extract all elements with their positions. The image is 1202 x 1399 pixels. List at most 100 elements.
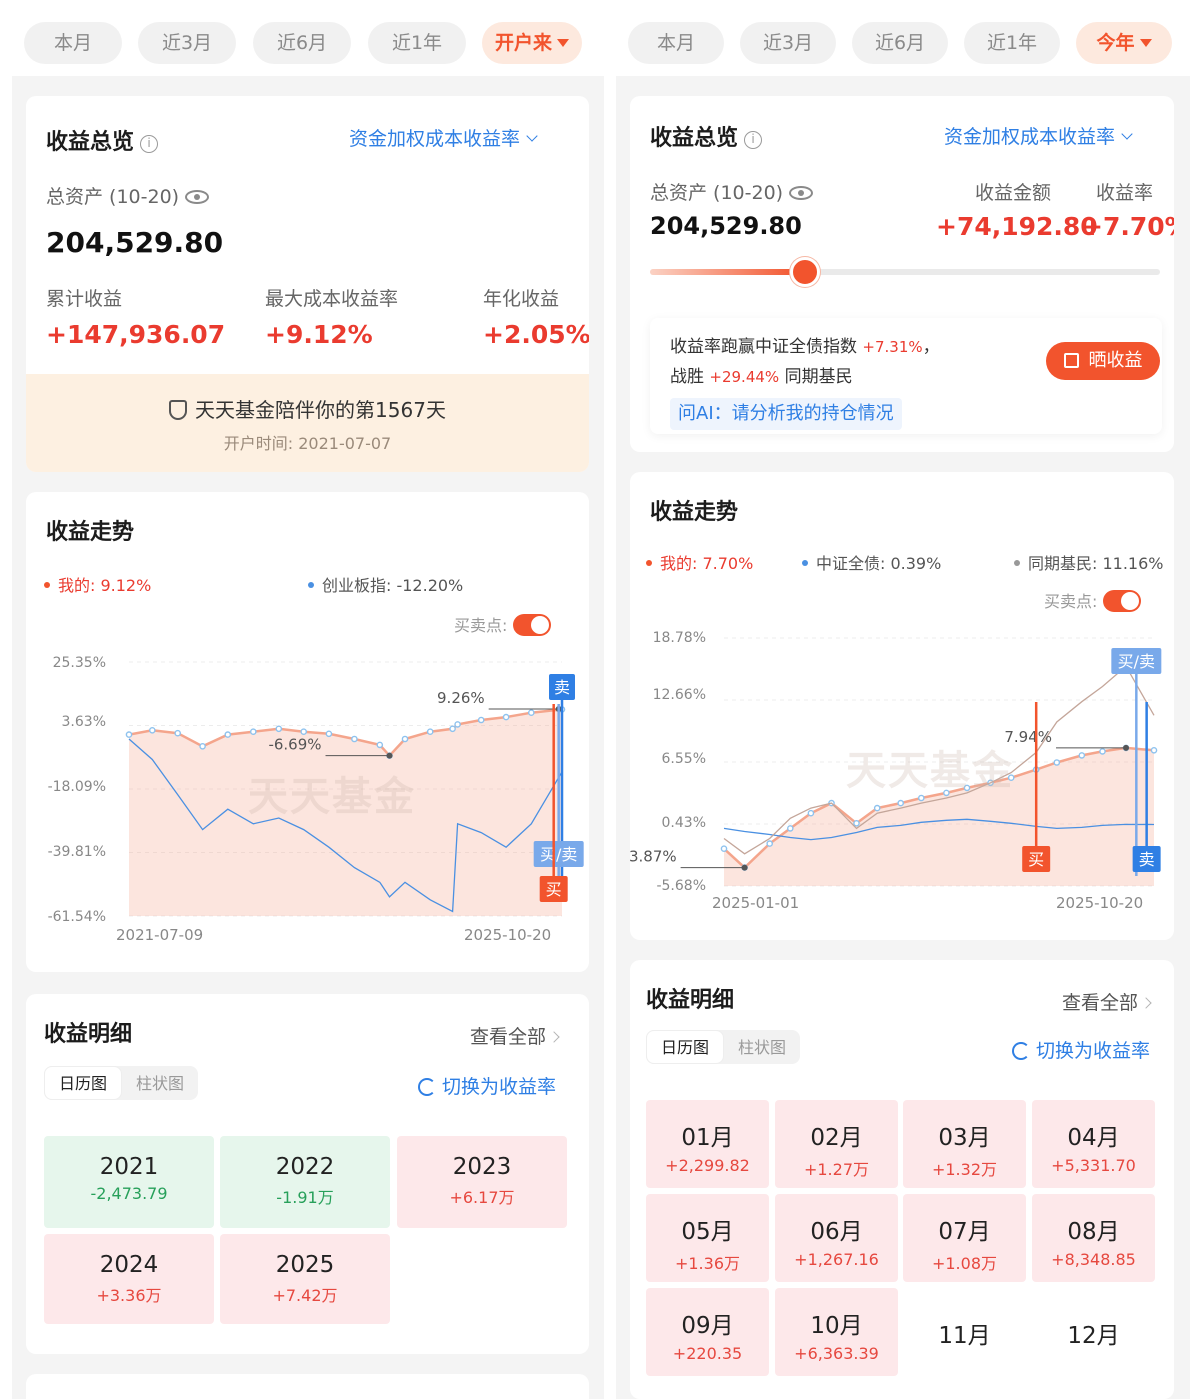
annotation-dot xyxy=(1123,744,1130,751)
tab-6-months[interactable]: 近6月 xyxy=(253,22,351,64)
year-value: -1.91万 xyxy=(276,1188,334,1207)
seg-calendar[interactable]: 日历图 xyxy=(44,1066,123,1100)
data-point xyxy=(917,794,925,802)
companion-days: 天天基金陪伴你的第1567天 xyxy=(26,394,589,423)
beat-line-peers-suffix: 同期基民 xyxy=(784,367,853,387)
month-cell[interactable]: 07月 +1.08万 xyxy=(903,1194,1026,1282)
year-cell-2022[interactable]: 2022 -1.91万 xyxy=(220,1136,390,1228)
open-date: 开户时间: 2021-07-07 xyxy=(223,434,392,453)
month-cell[interactable]: 12月 xyxy=(1032,1288,1155,1376)
beat-line-peers-prefix: 战胜 xyxy=(670,367,704,387)
tab-this-year[interactable]: 今年 xyxy=(1076,22,1172,64)
switch-to-rate-text: 切换为收益率 xyxy=(442,1076,557,1098)
annotation-label: 9.26% xyxy=(437,689,485,707)
seg-bar[interactable]: 柱状图 xyxy=(724,1031,800,1065)
right-panel: 本月 近3月 近6月 近1年 今年 收益总览 i 资金加权成本收益率 总资产 (1… xyxy=(616,0,1190,1399)
overview-title: 收益总览 i xyxy=(46,124,159,156)
month-cell[interactable]: 06月 +1,267.16 xyxy=(775,1194,898,1282)
rate-mode-select[interactable]: 资金加权成本收益率 xyxy=(944,122,1133,149)
trend-chart: 9.26% -6.69% 卖买/卖买 xyxy=(125,661,584,917)
overview-title: 收益总览 i xyxy=(650,120,763,152)
cumulative-label: 累计收益 xyxy=(46,288,123,310)
trade-marker-label: 买 xyxy=(1028,850,1044,869)
tab-this-year-label: 今年 xyxy=(1096,32,1135,54)
slider-knob xyxy=(790,257,820,287)
trade-marker-label: 买/卖 xyxy=(1118,652,1155,671)
beat-summary-box: 收益率跑赢中证全债指数 +7.31%， 战胜 +29.44% 同期基民 晒收益 … xyxy=(650,318,1162,434)
trend-chart: 7.94%-3.87%买/卖买卖 xyxy=(630,637,1162,887)
switch-to-rate-button[interactable]: 切换为收益率 xyxy=(418,1072,556,1099)
seg-calendar[interactable]: 日历图 xyxy=(646,1030,725,1064)
data-point xyxy=(449,725,456,733)
month-cell[interactable]: 02月 +1.27万 xyxy=(775,1100,898,1188)
data-point xyxy=(897,799,905,807)
share-profit-button[interactable]: 晒收益 xyxy=(1046,342,1160,380)
tab-since-open-label: 开户来 xyxy=(494,32,552,54)
rate-mode-select[interactable]: 资金加权成本收益率 xyxy=(349,124,538,151)
switch-to-rate-text: 切换为收益率 xyxy=(1036,1040,1151,1062)
total-assets-value: 204,529.80 xyxy=(650,212,802,240)
month-cell[interactable]: 05月 +1.36万 xyxy=(646,1194,769,1282)
x-tick-label: 2025-01-01 xyxy=(712,894,800,912)
refresh-icon xyxy=(418,1078,436,1096)
year-label: 2024 xyxy=(99,1252,159,1278)
month-cell[interactable]: 03月 +1.32万 xyxy=(903,1100,1026,1188)
tab-6-months[interactable]: 近6月 xyxy=(852,22,948,64)
tab-this-month[interactable]: 本月 xyxy=(24,22,122,64)
month-label: 07月 xyxy=(938,1219,991,1245)
view-mode-segment: 日历图 柱状图 xyxy=(646,1030,801,1065)
switch-to-rate-button[interactable]: 切换为收益率 xyxy=(1012,1036,1150,1063)
x-tick-label: 2025-10-20 xyxy=(1056,894,1144,912)
month-cell[interactable]: 10月 +6,363.39 xyxy=(775,1288,898,1376)
max-rate-label: 最大成本收益率 xyxy=(265,288,399,310)
month-cell[interactable]: 09月 +220.35 xyxy=(646,1288,769,1376)
trend-card: 收益走势 我的: 9.12% 创业板指: -12.20% 买卖点: 25.35%… xyxy=(26,492,589,972)
year-value: +3.36万 xyxy=(96,1286,162,1305)
tab-1-year[interactable]: 近1年 xyxy=(964,22,1060,64)
month-cell[interactable]: 08月 +8,348.85 xyxy=(1032,1194,1155,1282)
year-cell-2023[interactable]: 2023 +6.17万 xyxy=(397,1136,567,1228)
month-value: +220.35 xyxy=(672,1344,743,1363)
year-cell-2024[interactable]: 2024 +3.36万 xyxy=(44,1234,214,1324)
data-point xyxy=(125,731,133,738)
seg-bar[interactable]: 柱状图 xyxy=(122,1067,198,1101)
data-point xyxy=(199,742,206,750)
data-point xyxy=(426,728,434,735)
chevron-right-icon xyxy=(548,1031,560,1043)
rate-mode-label: 资金加权成本收益率 xyxy=(944,126,1116,148)
tab-1-year[interactable]: 近1年 xyxy=(368,22,466,64)
view-all-text: 查看全部 xyxy=(1062,992,1139,1014)
tab-3-months[interactable]: 近3月 xyxy=(740,22,836,64)
year-cell-2025[interactable]: 2025 +7.42万 xyxy=(220,1234,390,1324)
year-cell-2021[interactable]: 2021 -2,473.79 xyxy=(44,1136,214,1228)
tab-this-month[interactable]: 本月 xyxy=(628,22,724,64)
eye-icon[interactable] xyxy=(185,190,210,204)
view-all-link[interactable]: 查看全部 xyxy=(1062,988,1152,1015)
month-cell[interactable]: 04月 +5,331.70 xyxy=(1032,1100,1155,1188)
rate-mode-label: 资金加权成本收益率 xyxy=(349,128,521,150)
month-value: +6,363.39 xyxy=(794,1344,879,1363)
year-label: 2022 xyxy=(275,1154,335,1180)
ai-prompt-chip[interactable]: 问AI：请分析我的持仓情况 xyxy=(670,398,902,430)
annual-label: 年化收益 xyxy=(483,288,560,310)
month-cell[interactable]: 01月 +2,299.82 xyxy=(646,1100,769,1188)
eye-icon[interactable] xyxy=(789,186,814,200)
info-icon[interactable]: i xyxy=(140,135,159,153)
data-point xyxy=(1078,752,1086,759)
detail-title: 收益明细 xyxy=(44,1022,133,1047)
share-icon xyxy=(1063,353,1079,368)
month-value: +5,331.70 xyxy=(1051,1156,1136,1175)
view-all-link[interactable]: 查看全部 xyxy=(470,1022,560,1049)
info-icon[interactable]: i xyxy=(744,131,763,149)
beat-line-peers-value: +29.44% xyxy=(709,368,780,386)
progress-slider xyxy=(650,257,1160,287)
month-cell[interactable]: 11月 xyxy=(903,1288,1026,1376)
data-point xyxy=(477,716,485,724)
tab-since-open[interactable]: 开户来 xyxy=(482,22,582,64)
year-label: 2021 xyxy=(99,1154,159,1180)
trend-card: 收益走势 我的: 7.70% 中证全债: 0.39% 同期基民: 11.16% … xyxy=(630,472,1174,940)
max-rate-value: +9.12% xyxy=(265,320,373,349)
month-label: 08月 xyxy=(1067,1219,1120,1245)
tab-3-months[interactable]: 近3月 xyxy=(138,22,236,64)
data-point xyxy=(853,819,860,827)
